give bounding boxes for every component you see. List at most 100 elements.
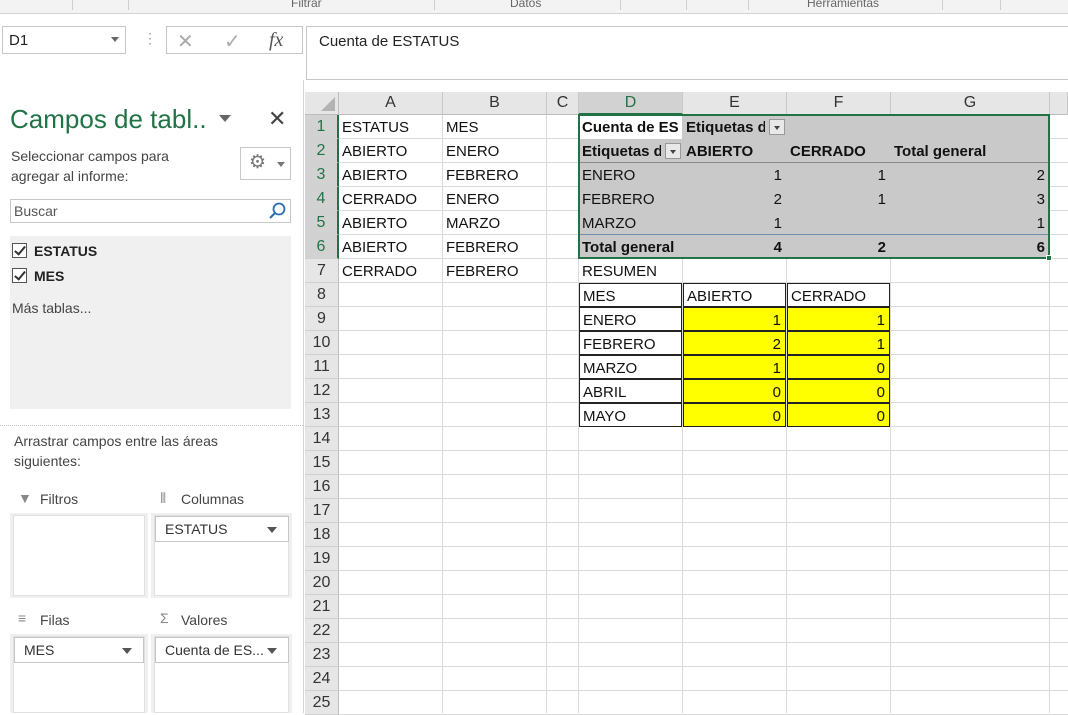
filter-dropdown-icon[interactable] xyxy=(769,119,785,135)
row-header-4[interactable]: 4 xyxy=(305,187,339,211)
pivot-value[interactable]: 2 xyxy=(683,187,786,211)
filters-drop-zone[interactable] xyxy=(13,515,145,596)
row-header-2[interactable]: 2 xyxy=(305,139,339,163)
source-cell[interactable]: FEBRERO xyxy=(443,163,546,187)
pivot-value[interactable]: 1 xyxy=(683,163,786,187)
row-header-24[interactable]: 24 xyxy=(305,667,339,691)
pivot-header[interactable]: ABIERTO xyxy=(683,139,786,163)
enter-icon[interactable]: ✓ xyxy=(224,29,241,54)
row-header-23[interactable]: 23 xyxy=(305,643,339,667)
chevron-down-icon[interactable] xyxy=(111,37,119,42)
row-header-17[interactable]: 17 xyxy=(305,499,339,523)
row-header-15[interactable]: 15 xyxy=(305,451,339,475)
source-cell[interactable]: ESTATUS xyxy=(339,115,442,139)
pivot-title[interactable]: Cuenta de ES xyxy=(579,115,682,139)
row-header-21[interactable]: 21 xyxy=(305,595,339,619)
close-icon[interactable]: ✕ xyxy=(268,106,286,132)
column-header-a[interactable]: A xyxy=(339,92,443,115)
search-icon[interactable] xyxy=(268,201,288,221)
summary-header[interactable]: CERRADO xyxy=(787,283,890,307)
pivot-header[interactable]: CERRADO xyxy=(787,139,890,163)
pivot-row-label[interactable]: MARZO xyxy=(579,211,682,235)
summary-row-label[interactable]: MARZO xyxy=(579,355,682,379)
summary-value[interactable]: 1 xyxy=(787,331,890,355)
source-cell[interactable]: CERRADO xyxy=(339,259,442,283)
filters-area[interactable] xyxy=(10,513,148,598)
summary-value[interactable]: 0 xyxy=(683,379,786,403)
pivot-total-label[interactable]: Total general xyxy=(579,235,682,259)
spreadsheet-grid[interactable]: ABCDEFG 1 2 3 4 5 6 7 8 9 10 11 12 13 14 15 16 17 18 19 20 2… xyxy=(305,92,1068,715)
chevron-down-icon[interactable] xyxy=(122,648,132,654)
summary-value[interactable]: 0 xyxy=(683,403,786,427)
row-header-11[interactable]: 11 xyxy=(305,355,339,379)
insert-function-icon[interactable]: fx xyxy=(269,29,283,52)
summary-header[interactable]: MES xyxy=(579,283,682,307)
summary-value[interactable]: 1 xyxy=(787,307,890,331)
field-item-mes[interactable]: MES xyxy=(12,268,64,284)
source-cell[interactable]: ABIERTO xyxy=(339,211,442,235)
values-field-count[interactable]: Cuenta de ES... xyxy=(155,637,289,663)
summary-title[interactable]: RESUMEN xyxy=(579,259,682,283)
summary-row-label[interactable]: MAYO xyxy=(579,403,682,427)
pivot-column-labels[interactable]: Etiquetas d xyxy=(683,115,765,139)
row-header-20[interactable]: 20 xyxy=(305,571,339,595)
pivot-header[interactable]: Total general xyxy=(891,139,1049,163)
source-cell[interactable]: ABIERTO xyxy=(339,139,442,163)
row-header-3[interactable]: 3 xyxy=(305,163,339,187)
column-header-g[interactable]: G xyxy=(891,92,1050,115)
row-header-16[interactable]: 16 xyxy=(305,475,339,499)
pivot-row-label[interactable]: FEBRERO xyxy=(579,187,682,211)
pivot-row-labels[interactable]: Etiquetas d xyxy=(579,139,661,163)
pivot-total-value[interactable]: 4 xyxy=(683,235,786,259)
checkbox-checked-icon[interactable] xyxy=(12,268,27,283)
source-cell[interactable]: ENERO xyxy=(443,139,546,163)
chevron-down-icon[interactable] xyxy=(267,648,277,654)
pivot-row-label[interactable]: ENERO xyxy=(579,163,682,187)
summary-value[interactable]: 2 xyxy=(683,331,786,355)
filter-dropdown-icon[interactable] xyxy=(665,143,681,159)
pivot-value[interactable]: 1 xyxy=(891,211,1049,235)
row-header-1[interactable]: 1 xyxy=(305,115,339,139)
row-header-9[interactable]: 9 xyxy=(305,307,339,331)
pivot-value[interactable] xyxy=(787,211,890,235)
row-header-7[interactable]: 7 xyxy=(305,259,339,283)
pivot-value[interactable]: 2 xyxy=(891,163,1049,187)
column-header-e[interactable]: E xyxy=(683,92,787,115)
select-all-button[interactable] xyxy=(305,92,339,115)
pivot-value[interactable]: 1 xyxy=(787,187,890,211)
row-header-8[interactable]: 8 xyxy=(305,283,339,307)
pivot-value[interactable]: 3 xyxy=(891,187,1049,211)
row-header-19[interactable]: 19 xyxy=(305,547,339,571)
checkbox-checked-icon[interactable] xyxy=(12,243,27,258)
pivot-total-value[interactable]: 2 xyxy=(787,235,890,259)
row-header-6[interactable]: 6 xyxy=(305,235,339,259)
source-cell[interactable]: MES xyxy=(443,115,546,139)
column-header-d[interactable]: D xyxy=(579,92,683,115)
summary-row-label[interactable]: FEBRERO xyxy=(579,331,682,355)
summary-value[interactable]: 0 xyxy=(787,355,890,379)
source-cell[interactable]: CERRADO xyxy=(339,187,442,211)
pivot-total-value[interactable]: 6 xyxy=(891,235,1049,259)
fill-handle[interactable] xyxy=(1046,255,1052,261)
source-cell[interactable]: ABIERTO xyxy=(339,235,442,259)
summary-row-label[interactable]: ABRIL xyxy=(579,379,682,403)
row-header-14[interactable]: 14 xyxy=(305,427,339,451)
pivot-value[interactable]: 1 xyxy=(787,163,890,187)
row-header-10[interactable]: 10 xyxy=(305,331,339,355)
pivot-value[interactable]: 1 xyxy=(683,211,786,235)
row-header-22[interactable]: 22 xyxy=(305,619,339,643)
summary-header[interactable]: ABIERTO xyxy=(683,283,786,307)
rows-field-mes[interactable]: MES xyxy=(14,637,144,663)
summary-row-label[interactable]: ENERO xyxy=(579,307,682,331)
source-cell[interactable]: MARZO xyxy=(443,211,546,235)
field-item-estatus[interactable]: ESTATUS xyxy=(12,243,97,259)
row-header-12[interactable]: 12 xyxy=(305,379,339,403)
columns-field-estatus[interactable]: ESTATUS xyxy=(155,516,289,542)
drag-handle-icon[interactable]: ⋮ xyxy=(143,30,157,47)
summary-value[interactable]: 1 xyxy=(683,307,786,331)
column-header-f[interactable]: F xyxy=(787,92,891,115)
more-tables-link[interactable]: Más tablas... xyxy=(12,300,91,316)
chevron-down-icon[interactable] xyxy=(267,527,277,533)
tools-button[interactable]: ⚙ xyxy=(240,147,291,180)
source-cell[interactable]: FEBRERO xyxy=(443,259,546,283)
